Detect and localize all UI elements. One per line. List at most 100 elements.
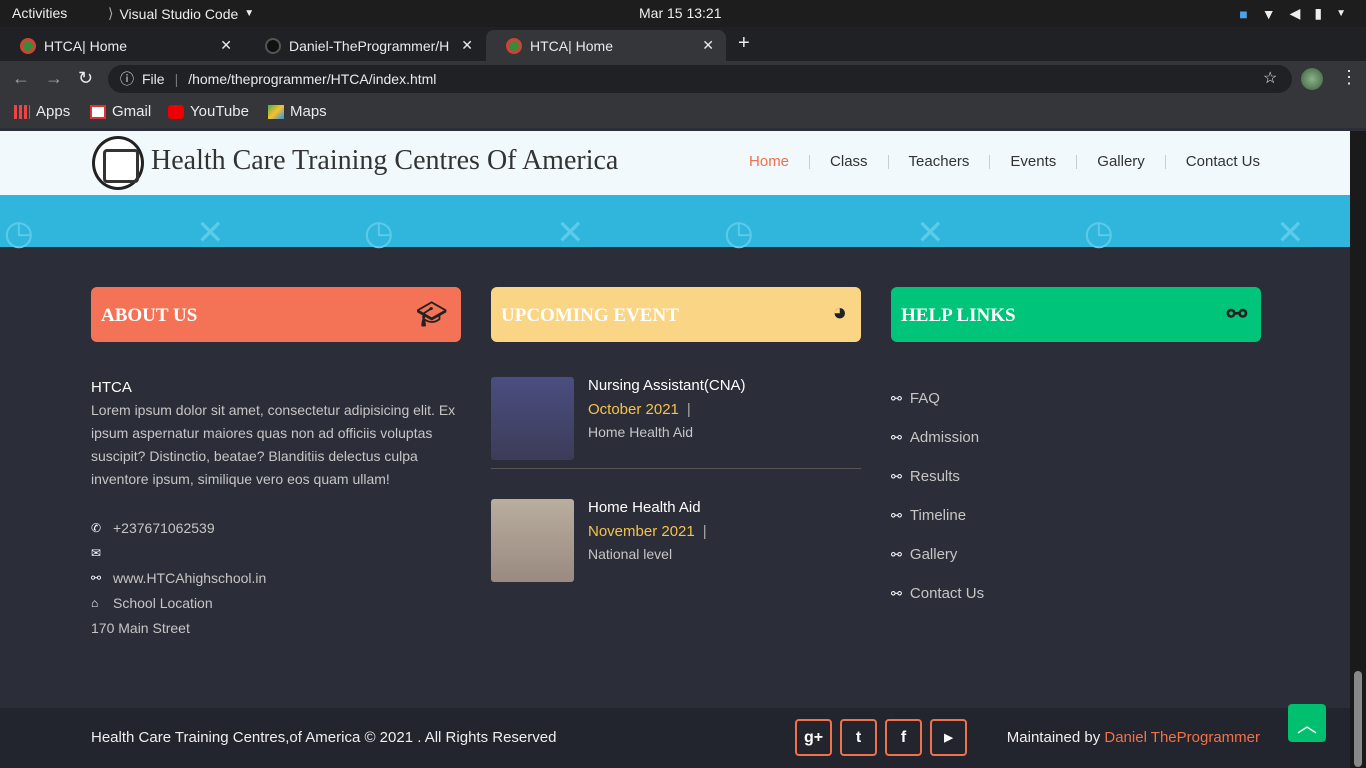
tab-htca-home-active[interactable]: HTCA| Home ✕ bbox=[486, 30, 726, 61]
battery-icon: ▮ bbox=[1314, 5, 1323, 21]
bookmark-label: YouTube bbox=[190, 103, 249, 120]
email-row: ✉ bbox=[91, 540, 266, 565]
event-date: November 2021 | bbox=[588, 523, 707, 540]
maps-icon bbox=[268, 104, 284, 119]
help-link-results[interactable]: ⚯ Results bbox=[891, 457, 984, 496]
bookmark-label: Gmail bbox=[112, 103, 152, 120]
nav-events[interactable]: Events bbox=[989, 154, 1076, 169]
bookmarks-bar: Apps Gmail YouTube Maps bbox=[0, 95, 1366, 128]
tab-label: HTCA| Home bbox=[44, 37, 127, 54]
wifi-icon: ▼ bbox=[1261, 5, 1276, 22]
more-menu-icon[interactable]: ⋮ bbox=[1340, 67, 1358, 88]
nav-class[interactable]: Class bbox=[809, 154, 888, 169]
about-heading-text: ABOUT US bbox=[101, 305, 198, 326]
about-name: HTCA bbox=[91, 379, 132, 396]
page-scrollbar[interactable] bbox=[1350, 131, 1366, 768]
profile-avatar[interactable] bbox=[1301, 68, 1323, 90]
activities-button[interactable]: Activities bbox=[12, 5, 67, 21]
bookmark-apps[interactable]: Apps bbox=[14, 103, 70, 120]
street-row: 170 Main Street bbox=[91, 615, 266, 640]
event-title[interactable]: Home Health Aid bbox=[588, 499, 701, 516]
apps-grid-icon bbox=[14, 104, 30, 119]
link-icon: ⚯ bbox=[891, 468, 902, 484]
event-thumbnail[interactable] bbox=[491, 499, 574, 582]
scroll-to-top-button[interactable]: ︿ bbox=[1288, 704, 1326, 742]
clock-icon: ◷ bbox=[1084, 214, 1114, 252]
pencil-ruler-icon: ✕ bbox=[196, 214, 225, 252]
street-text: 170 Main Street bbox=[91, 619, 190, 636]
help-link-admission[interactable]: ⚯ Admission bbox=[891, 418, 984, 457]
site-logo[interactable] bbox=[92, 136, 144, 190]
twitter-icon[interactable]: t bbox=[840, 719, 877, 756]
address-scheme: File bbox=[142, 71, 165, 87]
bookmark-maps[interactable]: Maps bbox=[268, 103, 327, 120]
help-link-gallery[interactable]: ⚯ Gallery bbox=[891, 535, 984, 574]
pencil-ruler-icon: ✕ bbox=[1276, 214, 1305, 252]
facebook-icon[interactable]: f bbox=[885, 719, 922, 756]
link-icon: ⚯ bbox=[1226, 302, 1247, 328]
link-icon: ⚯ bbox=[891, 390, 902, 406]
info-icon[interactable]: ⓘ bbox=[120, 69, 134, 89]
help-link-label: Timeline bbox=[909, 507, 967, 524]
vscode-icon: ⟩ bbox=[108, 5, 114, 21]
help-link-timeline[interactable]: ⚯ Timeline bbox=[891, 496, 984, 535]
app-menu[interactable]: ⟩ Visual Studio Code ▼ bbox=[108, 5, 254, 22]
phone-icon: ✆ bbox=[91, 520, 102, 535]
nav-contact-us[interactable]: Contact Us bbox=[1164, 154, 1260, 169]
back-icon[interactable]: ← bbox=[12, 68, 30, 89]
google-plus-icon[interactable]: g+ bbox=[795, 719, 832, 756]
address-bar[interactable]: ⓘ File | /home/theprogrammer/HTCA/index.… bbox=[108, 65, 1292, 93]
location-text: School Location bbox=[113, 594, 213, 611]
system-top-bar: Activities ⟩ Visual Studio Code ▼ Mar 15… bbox=[0, 0, 1366, 27]
close-icon[interactable]: ✕ bbox=[220, 37, 232, 54]
reload-icon[interactable]: ↻ bbox=[78, 68, 93, 89]
site-footer: Health Care Training Centres,of America … bbox=[0, 708, 1350, 768]
youtube-icon[interactable]: ▶ bbox=[930, 719, 967, 756]
link-icon: ⚯ bbox=[891, 585, 902, 601]
scrollbar-thumb[interactable] bbox=[1354, 671, 1362, 767]
web-page: Health Care Training Centres Of America … bbox=[0, 131, 1350, 768]
help-link-label: Results bbox=[909, 468, 960, 485]
tab-label: HTCA| Home bbox=[530, 37, 613, 54]
clock[interactable]: Mar 15 13:21 bbox=[639, 5, 722, 21]
help-link-label: FAQ bbox=[909, 390, 940, 407]
nav-home[interactable]: Home bbox=[729, 154, 809, 169]
divider bbox=[491, 468, 861, 469]
bookmark-gmail[interactable]: Gmail bbox=[90, 103, 151, 120]
about-text: Lorem ipsum dolor sit amet, consectetur … bbox=[91, 402, 456, 487]
clock-icon: ◷ bbox=[724, 214, 754, 252]
phone-row: ✆ +237671062539 bbox=[91, 515, 266, 540]
system-tray[interactable]: ■ ▼ ◀ ▮ ▼ bbox=[1239, 5, 1346, 22]
nav-teachers[interactable]: Teachers bbox=[887, 154, 990, 169]
link-icon: ⚯ bbox=[91, 570, 102, 585]
event-heading-text: UPCOMING EVENT bbox=[501, 305, 679, 326]
new-tab-button[interactable]: + bbox=[738, 32, 750, 55]
help-link-contact-us[interactable]: ⚯ Contact Us bbox=[891, 574, 984, 613]
link-icon: ⚯ bbox=[891, 507, 902, 523]
nav-gallery[interactable]: Gallery bbox=[1076, 154, 1165, 169]
youtube-icon bbox=[168, 104, 184, 119]
close-icon[interactable]: ✕ bbox=[702, 37, 714, 54]
graduation-cap-icon: 🎓︎ bbox=[416, 302, 447, 328]
github-icon bbox=[265, 37, 281, 54]
screenshot-icon: ■ bbox=[1239, 5, 1248, 22]
forward-icon[interactable]: → bbox=[45, 68, 63, 89]
copyright-text: Health Care Training Centres,of America … bbox=[91, 729, 557, 746]
chevron-down-icon: ▼ bbox=[1336, 8, 1346, 19]
author-link[interactable]: Daniel TheProgrammer bbox=[1104, 729, 1260, 746]
event-title[interactable]: Nursing Assistant(CNA) bbox=[588, 377, 746, 394]
event-thumbnail[interactable] bbox=[491, 377, 574, 460]
website-link[interactable]: www.HTCAhighschool.in bbox=[113, 570, 266, 586]
close-icon[interactable]: ✕ bbox=[461, 37, 473, 54]
help-link-label: Admission bbox=[909, 429, 980, 446]
event-date-text: November 2021 bbox=[588, 523, 695, 540]
event-date-text: October 2021 bbox=[588, 401, 679, 418]
tab-htca-home-1[interactable]: HTCA| Home ✕ bbox=[0, 30, 244, 61]
site-favicon bbox=[20, 37, 36, 54]
bookmark-youtube[interactable]: YouTube bbox=[168, 103, 249, 120]
bookmark-star-icon[interactable]: ☆ bbox=[1263, 68, 1277, 88]
tab-github[interactable]: Daniel-TheProgrammer/H ✕ bbox=[245, 30, 485, 61]
help-link-faq[interactable]: ⚯ FAQ bbox=[891, 379, 984, 418]
about-section: HTCA Lorem ipsum dolor sit amet, consect… bbox=[91, 376, 461, 491]
site-title[interactable]: Health Care Training Centres Of America bbox=[151, 145, 618, 177]
